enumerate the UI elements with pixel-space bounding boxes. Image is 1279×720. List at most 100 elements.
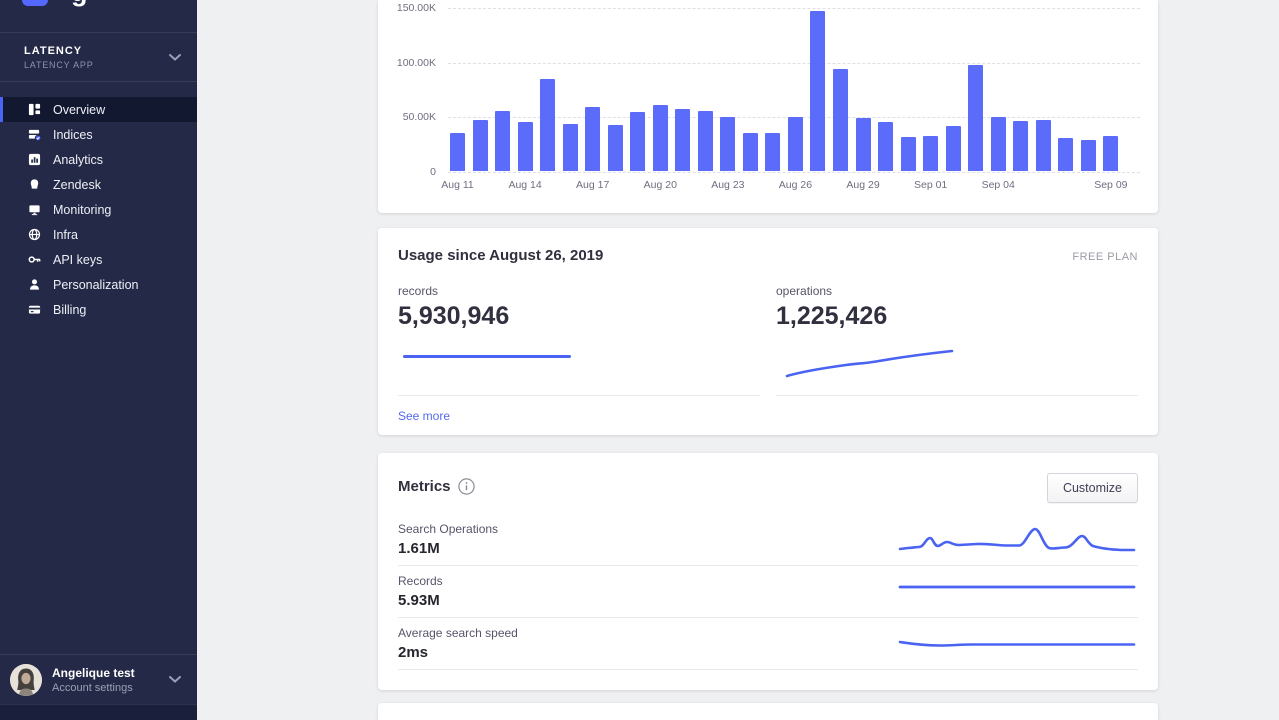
bar-aug-29[interactable] (856, 118, 871, 171)
main-content: 050.00K100.00K150.00KAug 11Aug 14Aug 17A… (378, 0, 1158, 720)
bar-sep-01[interactable] (923, 136, 938, 171)
bar-aug-27[interactable] (810, 11, 825, 171)
operations-sparkline (776, 331, 1138, 387)
algolia-logo-mark-icon (22, 0, 48, 6)
user-name: Angelique test (52, 666, 169, 680)
bar-sep-09[interactable] (1103, 136, 1118, 171)
y-axis-tick: 100.00K (378, 57, 436, 69)
x-axis-tick: Aug 11 (428, 179, 488, 191)
app-name: LATENCY (24, 45, 169, 57)
plan-badge: FREE PLAN (1072, 251, 1138, 263)
bar-aug-19[interactable] (630, 112, 645, 171)
sidebar-item-overview[interactable]: Overview (0, 97, 197, 122)
bar-sep-04[interactable] (991, 117, 1006, 171)
zendesk-icon (27, 178, 41, 192)
metric-value: 5.93M (398, 592, 898, 609)
y-axis-tick: 150.00K (378, 2, 436, 14)
x-axis-tick: Sep 09 (1081, 179, 1141, 191)
person-icon (27, 278, 41, 292)
records-stat: records 5,930,946 (398, 284, 760, 396)
bar-sep-07[interactable] (1058, 138, 1073, 171)
bar-aug-20[interactable] (653, 105, 668, 171)
app-type: LATENCY APP (24, 60, 169, 70)
stat-label: operations (776, 284, 1138, 298)
bar-sep-06[interactable] (1036, 120, 1051, 171)
bar-aug-24[interactable] (743, 133, 758, 171)
next-card-partial (378, 703, 1158, 720)
gridline (448, 8, 1140, 9)
x-axis-tick: Aug 17 (563, 179, 623, 191)
analytics-icon (27, 153, 41, 167)
bar-aug-26[interactable] (788, 117, 803, 171)
stat-value: 1,225,426 (776, 302, 1138, 331)
bar-aug-11[interactable] (450, 133, 465, 171)
y-axis-tick: 0 (378, 166, 436, 178)
bar-aug-15[interactable] (540, 79, 555, 171)
metric-row-records: Records 5.93M (398, 566, 1138, 618)
metric-row-search-operations: Search Operations 1.61M (398, 514, 1138, 566)
see-more-link[interactable]: See more (398, 409, 450, 423)
metrics-card: Metrics Customize Search Operations 1.61… (378, 453, 1158, 690)
x-axis-tick: Aug 29 (833, 179, 893, 191)
bar-aug-13[interactable] (495, 111, 510, 171)
x-axis-tick: Sep 04 (968, 179, 1028, 191)
sidebar-spacer (0, 337, 197, 654)
sidebar-item-monitoring[interactable]: Monitoring (0, 197, 197, 222)
bar-aug-28[interactable] (833, 69, 848, 171)
bar-aug-25[interactable] (765, 133, 780, 171)
bar-sep-02[interactable] (946, 126, 961, 171)
info-icon[interactable] (458, 478, 475, 495)
average-search-speed-sparkline (898, 629, 1138, 659)
sidebar-item-billing[interactable]: Billing (0, 297, 197, 322)
app-selector[interactable]: LATENCY LATENCY APP (0, 33, 197, 82)
x-axis-tick: Aug 26 (765, 179, 825, 191)
avatar (10, 664, 42, 696)
gridline (448, 63, 1140, 64)
overview-icon (27, 103, 41, 117)
sidebar-item-personalization[interactable]: Personalization (0, 272, 197, 297)
sidebar-item-analytics[interactable]: Analytics (0, 147, 197, 172)
metric-value: 2ms (398, 644, 898, 661)
sidebar-item-label: Overview (53, 103, 105, 117)
monitoring-icon (27, 203, 41, 217)
usage-card: Usage since August 26, 2019 FREE PLAN re… (378, 228, 1158, 435)
sidebar-item-api-keys[interactable]: API keys (0, 247, 197, 272)
bar-aug-12[interactable] (473, 120, 488, 171)
bar-aug-21[interactable] (675, 109, 690, 171)
account-settings-button[interactable]: Angelique test Account settings (0, 654, 197, 704)
sidebar-item-label: Monitoring (53, 203, 111, 217)
sidebar-item-zendesk[interactable]: Zendesk (0, 172, 197, 197)
metric-label: Search Operations (398, 522, 898, 536)
sidebar-item-label: Indices (53, 128, 93, 142)
sidebar-item-infra[interactable]: Infra (0, 222, 197, 247)
bar-aug-18[interactable] (608, 125, 623, 171)
bar-aug-22[interactable] (698, 111, 713, 171)
bar-sep-03[interactable] (968, 65, 983, 171)
gridline (448, 172, 1140, 173)
metric-label: Average search speed (398, 626, 898, 640)
usage-card-title: Usage since August 26, 2019 (398, 247, 1072, 264)
bar-aug-17[interactable] (585, 107, 600, 171)
bar-sep-08[interactable] (1081, 140, 1096, 171)
infra-icon (27, 228, 41, 242)
sidebar-item-label: Billing (53, 303, 86, 317)
records-sparkline (398, 331, 760, 387)
bar-aug-14[interactable] (518, 122, 533, 171)
bar-aug-16[interactable] (563, 124, 578, 171)
x-axis-tick: Sep 01 (901, 179, 961, 191)
bar-aug-31[interactable] (901, 137, 916, 171)
metric-label: Records (398, 574, 898, 588)
bar-aug-30[interactable] (878, 122, 893, 171)
sidebar-item-label: Infra (53, 228, 78, 242)
user-subtitle: Account settings (52, 682, 169, 694)
customize-button[interactable]: Customize (1047, 473, 1138, 503)
algolia-logo-text: g (71, 0, 88, 8)
bar-aug-23[interactable] (720, 117, 735, 171)
search-operations-sparkline (898, 525, 1138, 555)
indices-icon (27, 128, 41, 142)
y-axis-tick: 50.00K (378, 111, 436, 123)
sidebar: g LATENCY LATENCY APP Overview Indices (0, 0, 197, 720)
key-icon (27, 253, 41, 267)
bar-sep-05[interactable] (1013, 121, 1028, 171)
sidebar-item-indices[interactable]: Indices (0, 122, 197, 147)
